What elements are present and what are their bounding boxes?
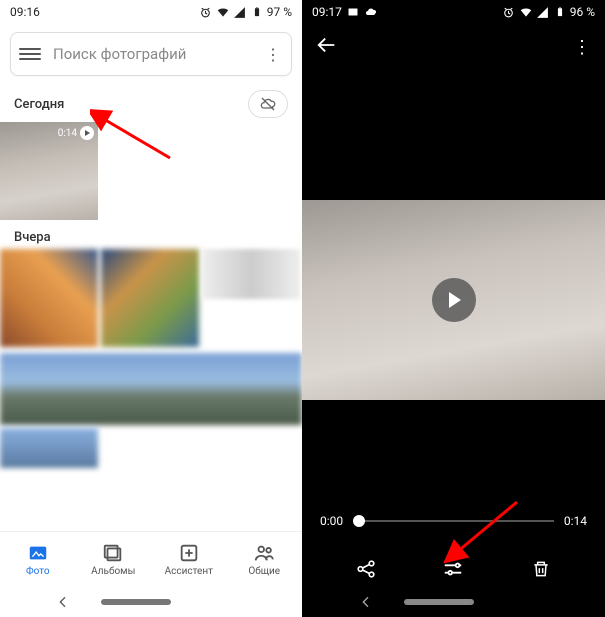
photo-thumbnail[interactable] [0, 249, 98, 347]
scrubber-thumb[interactable] [353, 515, 365, 527]
battery-percent: 96 % [570, 5, 595, 19]
photo-thumbnail[interactable] [101, 249, 199, 347]
video-thumbnail[interactable]: 0:14 [0, 122, 98, 220]
more-button[interactable]: ⋮ [573, 37, 591, 58]
status-time: 09:17 [312, 5, 342, 19]
scrubber[interactable] [353, 511, 554, 531]
system-home[interactable] [101, 599, 171, 605]
backup-off-button[interactable] [248, 90, 288, 118]
today-grid: 0:14 [0, 122, 302, 220]
cloud-off-icon [258, 96, 278, 112]
play-button[interactable] [432, 278, 476, 322]
nav-photos-label: Фото [26, 566, 50, 577]
searchbar-container: Поиск фотографий ⋮ [0, 24, 302, 84]
photos-icon [27, 542, 49, 564]
nav-assistant[interactable]: Ассистент [151, 532, 227, 587]
nav-photos[interactable]: Фото [0, 532, 76, 587]
section-today-title: Сегодня [14, 97, 64, 112]
menu-icon[interactable] [19, 43, 41, 65]
system-back[interactable] [55, 594, 71, 610]
assistant-icon [178, 542, 200, 564]
battery-percent: 97 % [267, 5, 292, 19]
system-nav [0, 587, 302, 617]
more-icon[interactable]: ⋮ [263, 45, 283, 64]
delete-button[interactable] [529, 557, 553, 581]
image-icon [346, 5, 360, 19]
trash-icon [531, 558, 551, 580]
alarm-icon [199, 5, 213, 19]
time-current: 0:00 [320, 514, 343, 528]
nav-albums-label: Альбомы [91, 566, 135, 577]
arrow-left-icon [316, 34, 338, 56]
video-duration: 0:14 [58, 128, 77, 139]
sharing-icon [253, 542, 275, 564]
search-bar[interactable]: Поиск фотографий ⋮ [10, 32, 292, 76]
yesterday-grid [0, 249, 302, 468]
status-indicators: 96 % [502, 5, 595, 19]
system-nav [302, 587, 605, 617]
video-frame[interactable] [302, 200, 605, 400]
action-row [302, 557, 605, 581]
search-placeholder: Поиск фотографий [53, 45, 263, 63]
status-indicators: 97 % [199, 5, 292, 19]
battery-icon [553, 5, 567, 19]
nav-assistant-label: Ассистент [165, 566, 213, 577]
video-duration-badge: 0:14 [58, 126, 94, 140]
scrubber-row: 0:00 0:14 [302, 511, 605, 531]
nav-sharing-label: Общие [248, 566, 280, 577]
nav-albums[interactable]: Альбомы [76, 532, 152, 587]
play-icon [80, 126, 94, 140]
back-button[interactable] [316, 34, 338, 61]
share-button[interactable] [354, 557, 378, 581]
sliders-icon [442, 558, 464, 580]
wifi-icon [519, 5, 533, 19]
battery-icon [250, 5, 264, 19]
photo-thumbnail[interactable] [0, 353, 302, 425]
photos-app-screen: 09:16 97 % Поиск фотографий ⋮ Сегодня [0, 0, 302, 617]
signal-icon [233, 5, 247, 19]
video-topbar: ⋮ [302, 24, 605, 70]
section-today-header: Сегодня [0, 84, 302, 122]
video-player-screen: 09:17 96 % ⋮ 0:00 [302, 0, 605, 617]
nav-sharing[interactable]: Общие [227, 532, 303, 587]
system-home[interactable] [404, 599, 474, 605]
signal-icon [536, 5, 550, 19]
section-yesterday-title: Вчера [0, 220, 302, 249]
photo-thumbnail[interactable] [0, 428, 98, 468]
edit-button[interactable] [441, 557, 465, 581]
status-bar: 09:17 96 % [302, 0, 605, 24]
photo-thumbnail[interactable] [202, 249, 300, 299]
wifi-icon [216, 5, 230, 19]
share-icon [355, 558, 377, 580]
time-duration: 0:14 [564, 514, 587, 528]
status-bar: 09:16 97 % [0, 0, 302, 24]
albums-icon [102, 542, 124, 564]
alarm-icon [502, 5, 516, 19]
bottom-nav: Фото Альбомы Ассистент Общие [0, 531, 302, 587]
cloud-icon [364, 5, 378, 19]
system-back[interactable] [358, 594, 374, 610]
status-time: 09:16 [10, 5, 40, 19]
